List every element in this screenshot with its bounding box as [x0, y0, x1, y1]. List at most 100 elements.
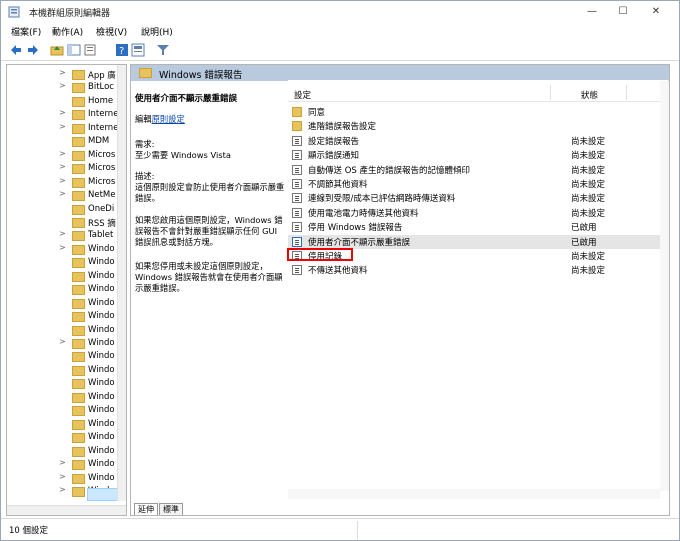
folder-icon — [72, 325, 85, 336]
column-separator[interactable] — [550, 85, 551, 100]
tree-item[interactable]: MDM — [7, 135, 122, 148]
expand-arrow-icon[interactable]: > — [59, 122, 66, 131]
expand-arrow-icon[interactable]: > — [59, 472, 66, 481]
help-icon[interactable]: ? — [115, 43, 129, 57]
up-icon[interactable] — [50, 43, 64, 57]
show-tree-icon[interactable] — [67, 43, 81, 57]
expand-arrow-icon[interactable]: > — [59, 337, 66, 346]
export-icon[interactable] — [83, 43, 97, 57]
tree-item[interactable]: OneDi — [7, 203, 122, 216]
expand-arrow-icon[interactable]: > — [59, 108, 66, 117]
column-state[interactable]: 狀態 — [581, 89, 598, 101]
tree-item[interactable]: Windo — [7, 350, 122, 363]
tree-horizontal-scrollbar[interactable] — [7, 505, 126, 515]
menu-file[interactable]: 檔案(F) — [11, 25, 41, 38]
expand-arrow-icon[interactable]: > — [59, 458, 66, 467]
tree-item[interactable]: RSS 摘 — [7, 216, 122, 229]
list-folder-row[interactable]: 同意 — [288, 105, 668, 119]
tree-item[interactable]: > Micros — [7, 176, 122, 189]
tree-item[interactable]: Windo — [7, 377, 122, 390]
expand-arrow-icon[interactable]: > — [59, 81, 66, 90]
maximize-button[interactable]: ☐ — [608, 3, 638, 21]
menu-action[interactable]: 動作(A) — [52, 25, 83, 38]
tree-item[interactable]: > Windo — [7, 458, 122, 471]
policy-setting-icon — [292, 164, 302, 175]
tree-item[interactable]: > Micros — [7, 149, 122, 162]
tree-item[interactable]: > BitLoc — [7, 81, 122, 94]
minimize-button[interactable]: — — [577, 3, 607, 21]
folder-icon — [72, 446, 85, 457]
tree-item[interactable]: > Windo — [7, 472, 122, 485]
policy-row[interactable]: 設定錯誤報告 尚未設定 — [288, 134, 668, 148]
tree-item[interactable]: > App 廣 — [7, 68, 122, 81]
tree-item[interactable]: Windo — [7, 364, 122, 377]
tree-item[interactable]: Windo — [7, 391, 122, 404]
expand-arrow-icon[interactable]: > — [59, 189, 66, 198]
forward-icon[interactable] — [26, 43, 40, 57]
expand-arrow-icon[interactable]: > — [59, 149, 66, 158]
tree-item[interactable]: > Windo — [7, 337, 122, 350]
tree-item[interactable]: Windo — [7, 418, 122, 431]
tree-vertical-scrollbar[interactable] — [117, 65, 126, 501]
tree-item[interactable]: Windo — [7, 310, 122, 323]
filter-icon[interactable] — [156, 43, 170, 57]
column-setting[interactable]: 設定 — [294, 89, 311, 101]
policy-row[interactable]: 停用 Windows 錯誤報告 已啟用 — [288, 220, 668, 234]
list-folder-row[interactable]: 進階錯誤報告設定 — [288, 119, 668, 133]
edit-policy-link[interactable]: 原則設定 — [152, 114, 185, 124]
menu-help[interactable]: 說明(H) — [141, 25, 173, 38]
setting-name: 使用電池電力時傳送其他資料 — [308, 208, 419, 219]
setting-name: 使用者介面不顯示嚴重錯誤 — [308, 237, 411, 248]
tree-item-label: Windo — [88, 338, 115, 348]
folder-icon — [72, 460, 85, 471]
policy-row[interactable]: 使用電池電力時傳送其他資料 尚未設定 — [288, 206, 668, 220]
column-separator[interactable] — [626, 85, 627, 100]
back-icon[interactable] — [9, 43, 23, 57]
tree-item[interactable]: Windo — [7, 256, 122, 269]
tree-item[interactable]: Windo — [7, 297, 122, 310]
folder-icon — [72, 110, 85, 121]
policy-row[interactable]: 連線到受限/成本已評估網路時傳送資料 尚未設定 — [288, 191, 668, 205]
properties-icon[interactable] — [131, 43, 145, 57]
tree-item[interactable]: > Interne — [7, 122, 122, 135]
expand-arrow-icon[interactable]: > — [59, 176, 66, 185]
close-button[interactable]: ✕ — [641, 3, 671, 21]
tree-item[interactable]: > Interne — [7, 108, 122, 121]
window: 本機群組原則編輯器 — ☐ ✕ 檔案(F) 動作(A) 檢視(V) 說明(H) … — [0, 0, 680, 541]
setting-state: 已啟用 — [571, 223, 597, 234]
tree-item-label: BitLoc — [88, 82, 114, 93]
list-horizontal-scrollbar[interactable] — [288, 489, 660, 499]
policy-row[interactable]: 不傳送其他資料 尚未設定 — [288, 263, 668, 277]
tree-item[interactable]: Windo — [7, 445, 122, 458]
tree-item[interactable]: > Tablet — [7, 229, 122, 242]
policy-row[interactable]: 顯示錯誤通知 尚未設定 — [288, 148, 668, 162]
policy-row[interactable]: 停用記錄 尚未設定 — [287, 248, 668, 263]
policy-row[interactable]: 自動傳送 OS 產生的錯誤報告的記憶體傾印 尚未設定 — [288, 163, 668, 177]
policy-row[interactable]: 不調節其他資料 尚未設定 — [288, 177, 668, 191]
menu-bar: 檔案(F) 動作(A) 檢視(V) 說明(H) — [1, 23, 679, 39]
menu-view[interactable]: 檢視(V) — [96, 25, 127, 38]
tree-item-label: Interne — [88, 109, 118, 120]
list-vertical-scrollbar[interactable] — [660, 81, 669, 491]
tree-item[interactable]: Windo — [7, 324, 122, 337]
navigation-tree[interactable]: > Windo > Windo > Windo Windo Windo Windo Windo Wi… — [6, 64, 127, 516]
tree-item[interactable]: > NetMe — [7, 189, 122, 202]
list-column-header: 設定 狀態 — [288, 80, 668, 102]
expand-arrow-icon[interactable]: > — [59, 68, 66, 77]
tree-item[interactable]: Windo — [7, 283, 122, 296]
tree-item[interactable]: Home — [7, 95, 122, 108]
tree-item[interactable]: > Micros — [7, 162, 122, 175]
setting-state: 尚未設定 — [571, 136, 606, 147]
expand-arrow-icon[interactable]: > — [59, 485, 66, 494]
tab-standard[interactable]: 標準 — [159, 503, 183, 515]
tree-item[interactable]: Windo — [7, 431, 122, 444]
tab-extended[interactable]: 延伸 — [134, 503, 158, 515]
folder-icon — [72, 70, 85, 80]
expand-arrow-icon[interactable]: > — [59, 243, 66, 252]
expand-arrow-icon[interactable]: > — [59, 229, 66, 238]
policy-row[interactable]: 使用者介面不顯示嚴重錯誤 已啟用 — [288, 234, 668, 249]
tree-item[interactable]: > Windo — [7, 243, 122, 256]
tree-item[interactable]: Windo — [7, 404, 122, 417]
expand-arrow-icon[interactable]: > — [59, 162, 66, 171]
tree-item[interactable]: Windo — [7, 270, 122, 283]
